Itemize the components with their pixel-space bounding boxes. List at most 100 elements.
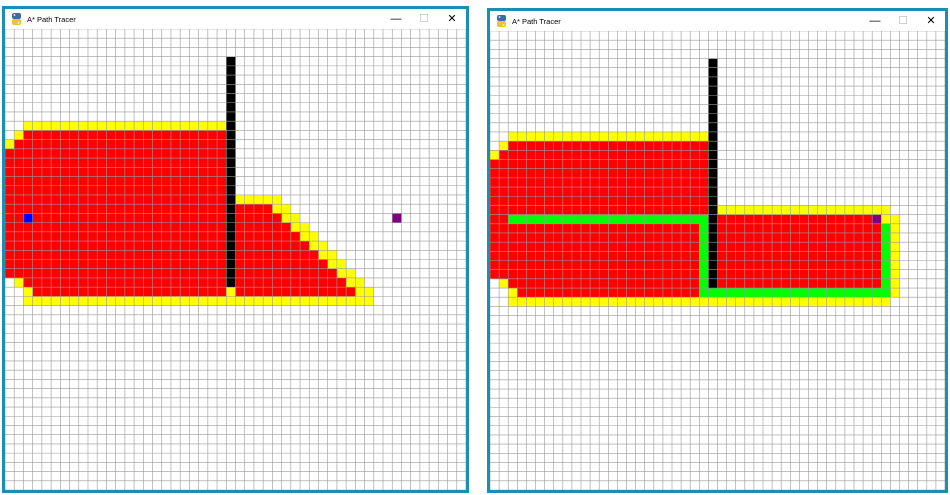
closed-cell[interactable] bbox=[217, 213, 227, 223]
closed-cell[interactable] bbox=[772, 242, 782, 252]
closed-cell[interactable] bbox=[717, 269, 727, 280]
closed-cell[interactable] bbox=[207, 287, 218, 297]
closed-cell[interactable] bbox=[32, 231, 43, 242]
closed-cell[interactable] bbox=[5, 158, 15, 168]
closed-cell[interactable] bbox=[644, 260, 654, 270]
closed-cell[interactable] bbox=[571, 159, 582, 169]
closed-cell[interactable] bbox=[272, 241, 282, 251]
open-cell[interactable] bbox=[346, 296, 356, 306]
closed-cell[interactable] bbox=[535, 278, 545, 289]
path-cell[interactable] bbox=[817, 288, 827, 298]
closed-cell[interactable] bbox=[134, 241, 144, 251]
open-cell[interactable] bbox=[161, 121, 172, 131]
open-cell[interactable] bbox=[244, 194, 255, 205]
grid-canvas[interactable] bbox=[5, 29, 466, 490]
closed-cell[interactable] bbox=[106, 204, 116, 214]
open-cell[interactable] bbox=[890, 242, 900, 252]
open-cell[interactable] bbox=[681, 131, 691, 142]
closed-cell[interactable] bbox=[517, 223, 527, 234]
closed-cell[interactable] bbox=[508, 150, 518, 160]
closed-cell[interactable] bbox=[571, 288, 582, 298]
closed-cell[interactable] bbox=[863, 269, 873, 280]
closed-cell[interactable] bbox=[327, 268, 338, 279]
closed-cell[interactable] bbox=[590, 223, 600, 234]
open-cell[interactable] bbox=[309, 231, 319, 242]
closed-cell[interactable] bbox=[69, 194, 79, 205]
open-cell[interactable] bbox=[826, 297, 836, 307]
closed-cell[interactable] bbox=[207, 222, 218, 233]
closed-cell[interactable] bbox=[69, 167, 79, 177]
closed-cell[interactable] bbox=[763, 223, 773, 234]
closed-cell[interactable] bbox=[198, 167, 209, 177]
closed-cell[interactable] bbox=[854, 242, 864, 252]
closed-cell[interactable] bbox=[526, 223, 536, 234]
closed-cell[interactable] bbox=[170, 139, 181, 150]
closed-cell[interactable] bbox=[517, 150, 527, 160]
closed-cell[interactable] bbox=[23, 250, 33, 260]
closed-cell[interactable] bbox=[124, 259, 135, 269]
closed-cell[interactable] bbox=[590, 232, 600, 243]
closed-cell[interactable] bbox=[189, 222, 199, 233]
open-cell[interactable] bbox=[336, 296, 347, 306]
open-cell[interactable] bbox=[244, 296, 255, 306]
closed-cell[interactable] bbox=[87, 185, 98, 196]
closed-cell[interactable] bbox=[644, 205, 654, 215]
path-cell[interactable] bbox=[835, 288, 846, 298]
closed-cell[interactable] bbox=[23, 277, 33, 288]
open-cell[interactable] bbox=[599, 297, 609, 307]
closed-cell[interactable] bbox=[134, 139, 144, 150]
closed-cell[interactable] bbox=[23, 176, 33, 186]
path-cell[interactable] bbox=[863, 288, 873, 298]
closed-cell[interactable] bbox=[327, 287, 338, 297]
closed-cell[interactable] bbox=[170, 268, 181, 279]
closed-cell[interactable] bbox=[799, 278, 809, 289]
closed-cell[interactable] bbox=[617, 242, 627, 252]
open-cell[interactable] bbox=[844, 205, 855, 215]
open-cell[interactable] bbox=[744, 205, 755, 215]
closed-cell[interactable] bbox=[5, 194, 15, 205]
open-cell[interactable] bbox=[14, 130, 24, 140]
closed-cell[interactable] bbox=[635, 159, 645, 169]
open-cell[interactable] bbox=[517, 297, 527, 307]
open-cell[interactable] bbox=[23, 287, 33, 297]
closed-cell[interactable] bbox=[198, 241, 209, 251]
open-cell[interactable] bbox=[835, 205, 846, 215]
closed-cell[interactable] bbox=[244, 268, 255, 279]
open-cell[interactable] bbox=[763, 297, 773, 307]
closed-cell[interactable] bbox=[499, 205, 509, 215]
closed-cell[interactable] bbox=[134, 268, 144, 279]
open-cell[interactable] bbox=[180, 296, 190, 306]
closed-cell[interactable] bbox=[835, 260, 846, 270]
closed-cell[interactable] bbox=[87, 222, 98, 233]
closed-cell[interactable] bbox=[763, 251, 773, 261]
closed-cell[interactable] bbox=[235, 259, 245, 269]
path-cell[interactable] bbox=[881, 278, 891, 289]
closed-cell[interactable] bbox=[318, 277, 328, 288]
closed-cell[interactable] bbox=[490, 260, 500, 270]
closed-cell[interactable] bbox=[526, 141, 536, 151]
closed-cell[interactable] bbox=[189, 268, 199, 279]
closed-cell[interactable] bbox=[78, 250, 89, 260]
closed-cell[interactable] bbox=[608, 177, 618, 188]
closed-cell[interactable] bbox=[309, 250, 319, 260]
closed-cell[interactable] bbox=[508, 269, 518, 280]
path-cell[interactable] bbox=[826, 288, 836, 298]
closed-cell[interactable] bbox=[608, 159, 618, 169]
open-cell[interactable] bbox=[854, 205, 864, 215]
closed-cell[interactable] bbox=[790, 232, 800, 243]
closed-cell[interactable] bbox=[553, 251, 563, 261]
closed-cell[interactable] bbox=[281, 241, 292, 251]
closed-cell[interactable] bbox=[644, 278, 654, 289]
closed-cell[interactable] bbox=[152, 250, 162, 260]
closed-cell[interactable] bbox=[735, 269, 745, 280]
closed-cell[interactable] bbox=[272, 287, 282, 297]
closed-cell[interactable] bbox=[106, 194, 116, 205]
open-cell[interactable] bbox=[726, 205, 736, 215]
closed-cell[interactable] bbox=[134, 204, 144, 214]
closed-cell[interactable] bbox=[517, 159, 527, 169]
open-cell[interactable] bbox=[617, 297, 627, 307]
closed-cell[interactable] bbox=[599, 260, 609, 270]
closed-cell[interactable] bbox=[581, 159, 591, 169]
closed-cell[interactable] bbox=[281, 277, 292, 288]
closed-cell[interactable] bbox=[662, 177, 673, 188]
